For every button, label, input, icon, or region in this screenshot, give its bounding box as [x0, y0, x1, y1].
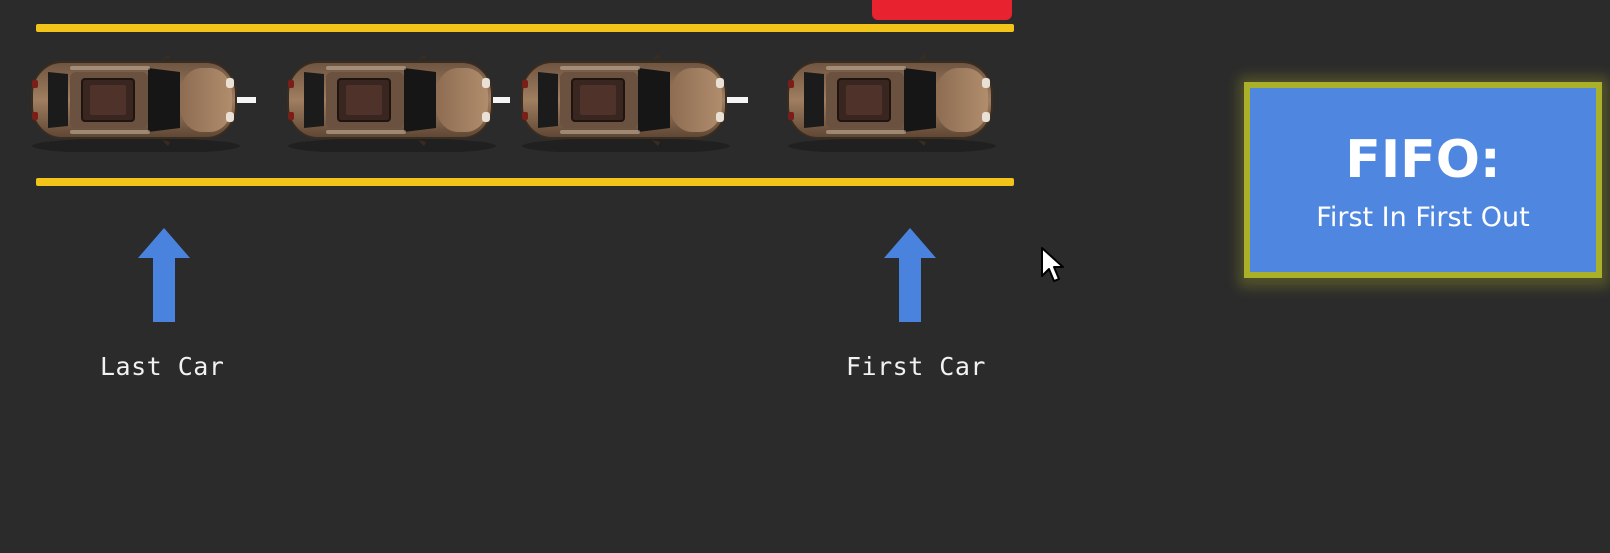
tow-bar-2 [492, 97, 510, 103]
tow-bar-3 [724, 97, 748, 103]
arrow-up-icon [884, 228, 936, 322]
fifo-diagram: Last Car First Car FIFO: First In First … [0, 0, 1610, 553]
last-car-label: Last Car [100, 352, 225, 381]
first-car-label: First Car [846, 352, 986, 381]
car-2 [287, 53, 497, 152]
car-1 [31, 53, 241, 152]
arrow-up-icon [138, 228, 190, 322]
mouse-pointer-icon [1041, 247, 1064, 282]
car-queue [31, 53, 997, 152]
lane-line-bottom [36, 178, 1014, 186]
car-4 [787, 53, 997, 152]
lane-line-top [36, 24, 1014, 32]
fifo-title: FIFO: [1345, 129, 1501, 190]
fifo-box: FIFO: First In First Out [1244, 82, 1602, 278]
tow-bar-1 [236, 97, 256, 103]
red-tab [872, 0, 1012, 20]
fifo-subtitle: First In First Out [1316, 201, 1530, 233]
car-3 [521, 53, 731, 152]
